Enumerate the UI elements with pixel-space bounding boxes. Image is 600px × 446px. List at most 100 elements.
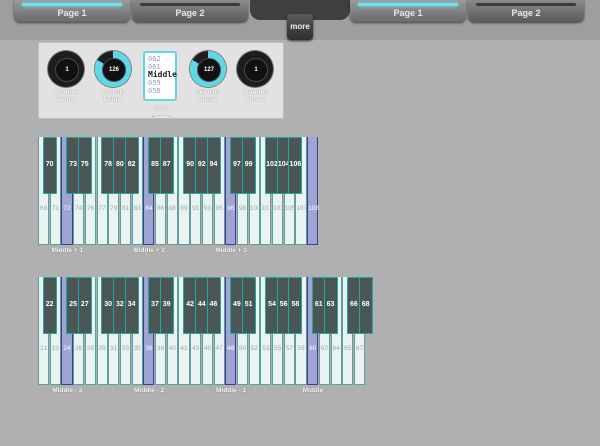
- lower-keyboard: 21 23 24 26 28 29 31 33 35 36 38 40 41 43 45 47 48 50 52 53…: [38, 277, 573, 394]
- velocity-below-control: 126 Velocity Below: [92, 51, 134, 103]
- key-label: 105: [284, 205, 296, 212]
- key-label: 50: [238, 345, 247, 352]
- black-key[interactable]: 68: [358, 277, 373, 334]
- tab-label: Page 1: [393, 8, 423, 18]
- key-label: 51: [244, 301, 253, 308]
- black-key[interactable]: 63: [323, 277, 338, 334]
- channel-below-knob[interactable]: 1: [48, 51, 84, 87]
- velocity-below-knob[interactable]: 126: [95, 51, 131, 87]
- channel-above-control: 1 Channel Above: [234, 51, 276, 103]
- black-key[interactable]: 39: [159, 277, 174, 334]
- black-key[interactable]: 58: [288, 277, 303, 334]
- key-label: 59: [297, 345, 305, 352]
- split-picker[interactable]: 062 061 Middle 059 058: [143, 51, 177, 101]
- key-label: 26: [75, 345, 83, 352]
- black-key[interactable]: 46: [206, 277, 221, 334]
- key-label: 28: [86, 345, 94, 352]
- knob-value: 127: [197, 58, 221, 82]
- key-label: 65: [344, 345, 352, 352]
- black-key[interactable]: 22: [42, 277, 57, 334]
- tab-page2-right[interactable]: Page 2: [468, 0, 584, 22]
- black-key[interactable]: 51: [241, 277, 256, 334]
- black-key[interactable]: 106: [288, 137, 303, 194]
- split-option[interactable]: 058: [148, 87, 175, 95]
- tab-bar: Page 1 Page 2 more Page 1 Page 2: [0, 0, 600, 40]
- key-label: 81: [121, 205, 130, 212]
- key-label: 24: [63, 345, 71, 352]
- key-label: 93: [203, 205, 211, 212]
- key-label: 29: [98, 345, 106, 352]
- key-label: 87: [162, 161, 171, 168]
- key-label: 33: [121, 345, 130, 352]
- key-label: 99: [244, 161, 253, 168]
- key-label: 91: [192, 205, 200, 212]
- knob-label: Channel Above: [242, 89, 268, 103]
- key-label: 103: [273, 205, 284, 212]
- white-key[interactable]: 108: [307, 137, 319, 245]
- octave-label: Middle + 2: [133, 247, 165, 254]
- key-label: 74: [75, 205, 83, 212]
- knob-value: 1: [55, 58, 79, 82]
- key-label: 96: [227, 205, 235, 212]
- key-label: 52: [250, 345, 258, 352]
- tab-page1-left[interactable]: Page 1: [14, 0, 130, 22]
- key-label: 94: [209, 161, 218, 168]
- tab-label: Page 1: [57, 8, 87, 18]
- black-key[interactable]: 82: [124, 137, 139, 194]
- octave-label: Middle - 1: [216, 387, 247, 394]
- knob-value: 126: [102, 58, 126, 82]
- key-label: 53: [262, 345, 270, 352]
- key-label: 108: [308, 205, 319, 212]
- key-label: 22: [45, 301, 54, 308]
- key-label: 82: [127, 161, 136, 168]
- key-label: 107: [296, 205, 308, 212]
- more-button[interactable]: more: [287, 14, 313, 40]
- split-label: Split: [153, 105, 169, 112]
- channel-above-knob[interactable]: 1: [237, 51, 273, 87]
- key-label: 70: [45, 161, 54, 168]
- upper-keyboard: 69 71 72 74 76 77 79 81 83 84 86 88 89 91 93 95 96 98 100 1…: [38, 137, 573, 254]
- key-label: 64: [332, 345, 340, 352]
- black-key[interactable]: 99: [241, 137, 256, 194]
- key-label: 27: [80, 301, 89, 308]
- octave-label: Middle - 3: [52, 387, 83, 394]
- velocity-above-knob[interactable]: 127: [190, 51, 226, 87]
- key-label: 60: [309, 345, 317, 352]
- octave-label: Middle + 1: [51, 247, 84, 254]
- key-label: 69: [39, 205, 48, 212]
- app: Page 1 Page 2 more Page 1 Page 2 1 Chann…: [0, 0, 600, 446]
- key-label: 98: [238, 205, 247, 212]
- key-label: 71: [51, 205, 59, 212]
- key-label: 76: [86, 205, 94, 212]
- knob-label: Channel Below: [53, 89, 79, 103]
- key-label: 79: [110, 205, 118, 212]
- tab-page1-right[interactable]: Page 1: [350, 0, 466, 22]
- split-option[interactable]: 059: [148, 79, 175, 87]
- black-key[interactable]: 94: [206, 137, 221, 194]
- key-label: 77: [98, 205, 106, 212]
- key-label: 47: [215, 345, 223, 352]
- key-label: 67: [355, 345, 364, 352]
- key-label: 21: [39, 345, 48, 352]
- key-label: 61: [314, 301, 323, 308]
- key-label: 43: [192, 345, 200, 352]
- key-label: 58: [291, 301, 300, 308]
- split-option[interactable]: 062: [148, 55, 175, 63]
- key-label: 57: [285, 345, 293, 352]
- key-label: 31: [110, 345, 118, 352]
- key-label: 92: [197, 161, 206, 168]
- black-key[interactable]: 87: [159, 137, 174, 194]
- black-key[interactable]: 34: [124, 277, 139, 334]
- black-key[interactable]: 75: [77, 137, 92, 194]
- key-label: 41: [180, 345, 188, 352]
- black-key[interactable]: 27: [77, 277, 92, 334]
- tab-page2-left[interactable]: Page 2: [132, 0, 248, 22]
- key-label: 101: [261, 205, 273, 212]
- split-option-selected[interactable]: Middle: [148, 71, 177, 79]
- black-key[interactable]: 70: [42, 137, 57, 194]
- octave-label: Middle - 2: [134, 387, 165, 394]
- key-label: 62: [320, 345, 328, 352]
- key-label: 75: [80, 161, 89, 168]
- knob-label: Velocity Above: [195, 89, 221, 103]
- tab-label: Page 2: [511, 8, 541, 18]
